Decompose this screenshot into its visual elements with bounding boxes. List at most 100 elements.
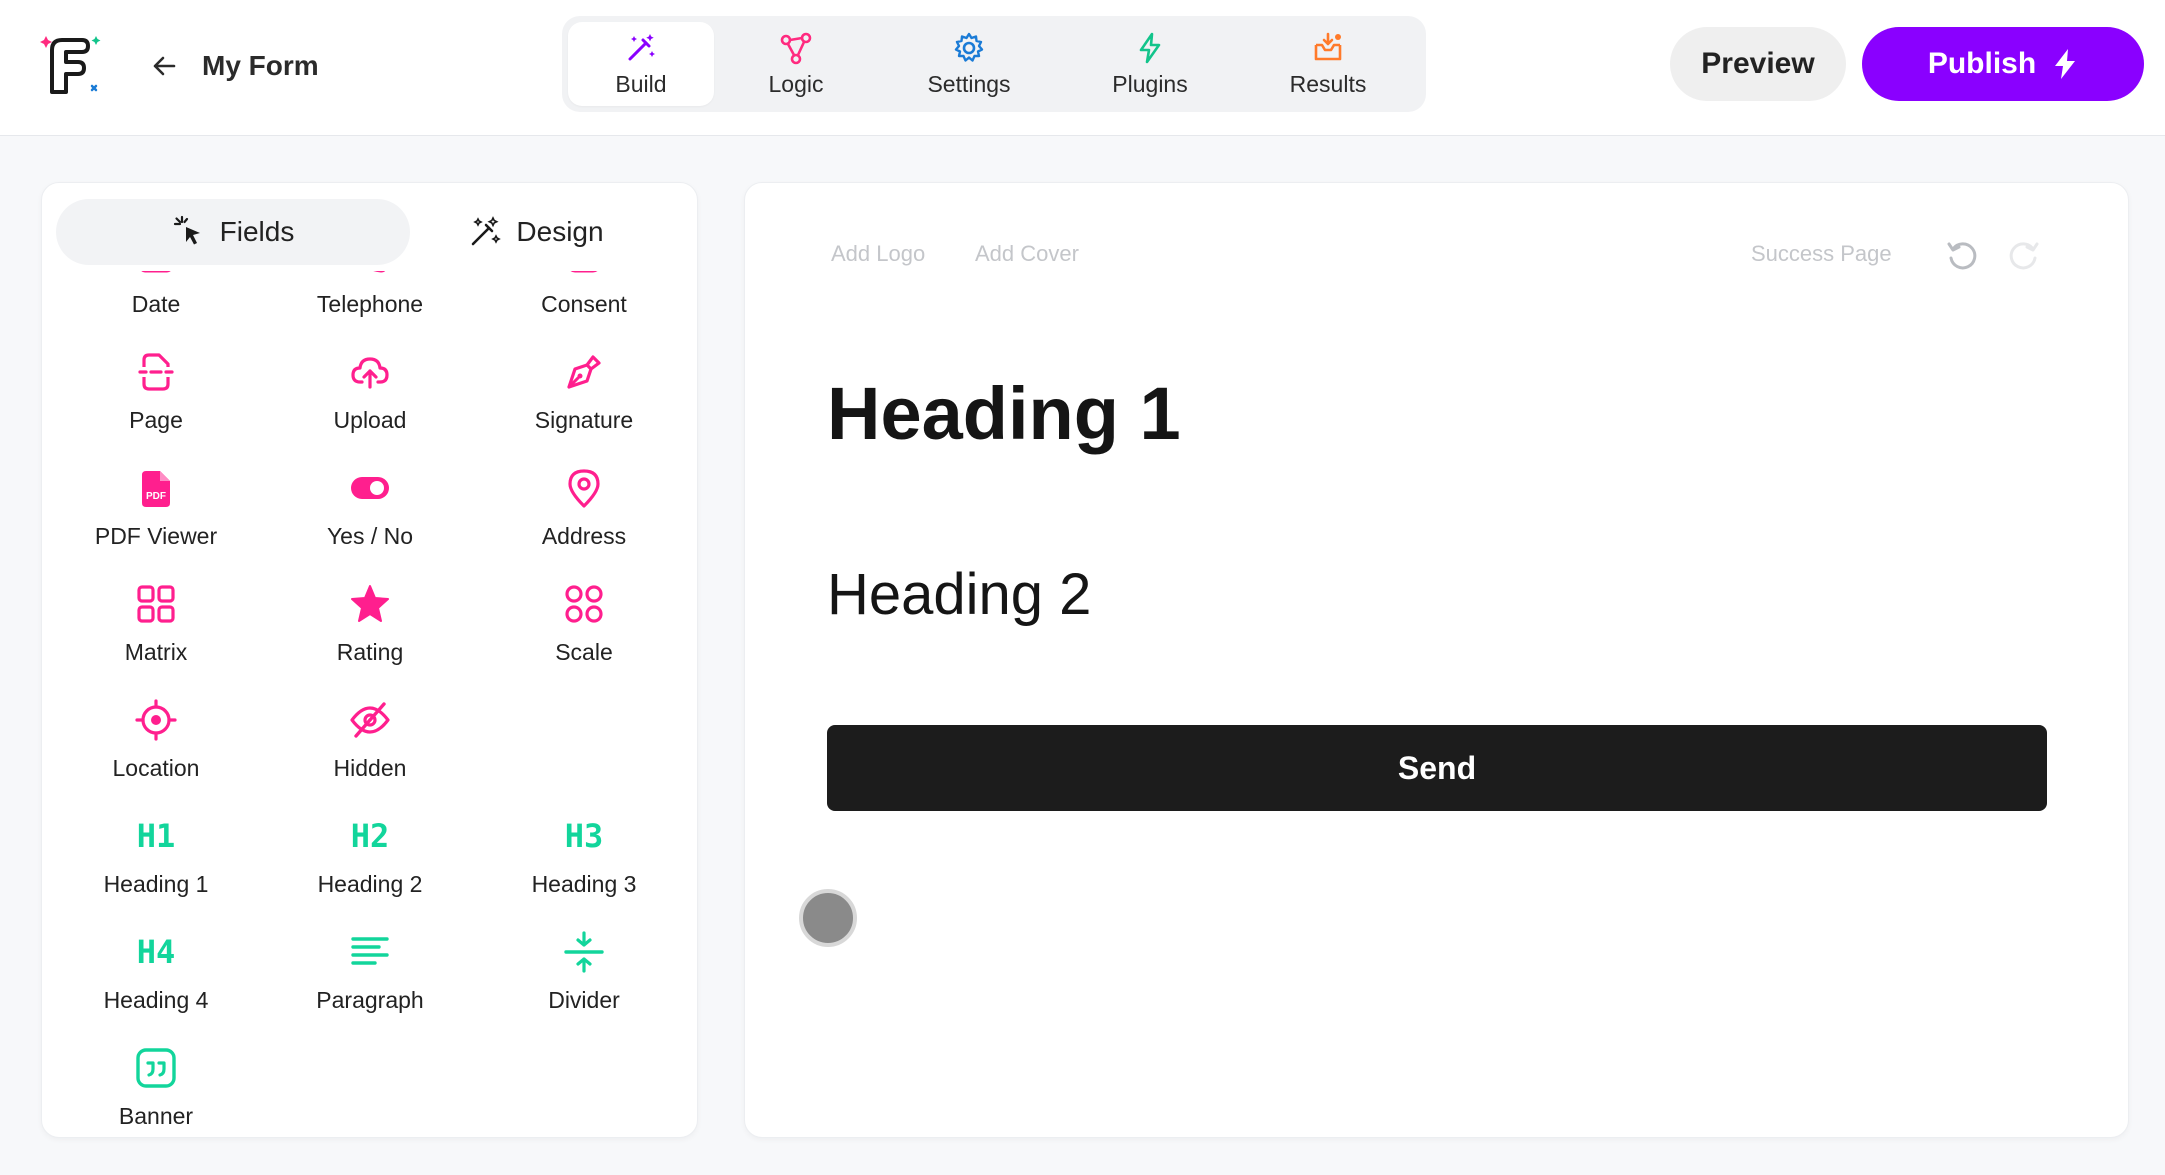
- form-canvas: Add Logo Add Cover Success Page Heading …: [744, 182, 2129, 1138]
- field-label: Paragraph: [316, 987, 424, 1013]
- field-label: Hidden: [333, 755, 407, 781]
- tab-design[interactable]: Design: [386, 199, 686, 265]
- tab-label: Results: [1289, 70, 1367, 97]
- form-heading-2[interactable]: Heading 2: [827, 561, 1091, 628]
- field-label: Heading 1: [103, 871, 209, 897]
- field-banner[interactable]: Banner: [56, 1019, 256, 1129]
- tab-label: Settings: [927, 70, 1011, 97]
- field-pdf-viewer[interactable]: PDF PDF Viewer: [56, 439, 256, 549]
- field-heading-2[interactable]: H2 Heading 2: [270, 787, 470, 897]
- field-matrix[interactable]: Matrix: [56, 555, 256, 665]
- gear-icon: [954, 32, 984, 62]
- field-divider[interactable]: Divider: [484, 903, 684, 1013]
- field-label: Banner: [118, 1103, 194, 1129]
- field-heading-1[interactable]: H1 Heading 1: [56, 787, 256, 897]
- field-label: Address: [541, 523, 627, 549]
- field-heading-3[interactable]: H3 Heading 3: [484, 787, 684, 897]
- field-label: PDF Viewer: [94, 523, 218, 549]
- field-label: Date: [131, 291, 181, 317]
- dots-grid-icon: [565, 585, 603, 623]
- add-block-handle[interactable]: [799, 889, 857, 947]
- back-button[interactable]: [146, 48, 182, 84]
- field-row: Matrix Rating Scale: [42, 555, 697, 665]
- field-row: Page Upload Signature: [42, 323, 697, 433]
- divider-compress-icon: [564, 931, 604, 973]
- field-scale[interactable]: Scale: [484, 555, 684, 665]
- field-label: Heading 2: [317, 871, 423, 897]
- send-button[interactable]: Send: [827, 725, 2047, 811]
- field-row: Location Hidden: [42, 671, 697, 781]
- field-row: H1 Heading 1 H2 Heading 2 H3 Heading 3: [42, 787, 697, 897]
- field-consent[interactable]: Consent: [484, 271, 684, 317]
- tab-logic[interactable]: Logic: [714, 22, 878, 106]
- field-date[interactable]: Date: [56, 271, 256, 317]
- field-label: Divider: [548, 987, 620, 1013]
- publish-button[interactable]: Publish: [1862, 27, 2144, 101]
- field-label: Location: [112, 755, 200, 781]
- magic-wand-icon: [472, 216, 502, 246]
- field-label: Scale: [555, 639, 613, 665]
- tab-build[interactable]: Build: [568, 22, 714, 106]
- panel-tabs: Fields Design: [56, 199, 686, 265]
- toggle-icon: [351, 477, 389, 499]
- field-hidden[interactable]: Hidden: [270, 671, 470, 781]
- map-pin-icon: [568, 469, 600, 508]
- tab-plugins[interactable]: Plugins: [1060, 22, 1240, 106]
- quote-banner-icon: [136, 1048, 176, 1088]
- field-upload[interactable]: Upload: [270, 323, 470, 433]
- field-row: Banner: [42, 1019, 697, 1129]
- top-bar: My Form Build Logic Settings Plugins Res…: [0, 0, 2165, 136]
- tab-label: Build: [615, 70, 667, 97]
- field-label: Telephone: [316, 291, 424, 317]
- tab-design-label: Design: [516, 216, 604, 247]
- undo-icon[interactable]: [1945, 239, 1979, 273]
- paragraph-lines-icon: [351, 937, 389, 965]
- field-telephone[interactable]: Telephone: [270, 271, 470, 317]
- eye-off-icon: [350, 702, 390, 738]
- phone-icon: [373, 271, 385, 273]
- target-icon: [135, 699, 177, 741]
- h2-icon: H2: [350, 817, 390, 855]
- star-icon: [351, 585, 389, 622]
- preview-button[interactable]: Preview: [1670, 27, 1846, 101]
- pen-nib-icon: [567, 355, 601, 389]
- page-break-icon: [138, 353, 174, 391]
- field-label: Heading 3: [531, 871, 637, 897]
- grid-icon: [137, 585, 175, 623]
- fields-panel: Fields Design Date Telephone Consent Pag…: [41, 182, 698, 1138]
- success-page-button[interactable]: Success Page: [1751, 241, 1892, 267]
- add-cover-button[interactable]: Add Cover: [975, 241, 1079, 267]
- add-logo-button[interactable]: Add Logo: [831, 241, 925, 267]
- main-tabs: Build Logic Settings Plugins Results: [562, 16, 1426, 112]
- app-logo-icon[interactable]: [38, 30, 108, 100]
- form-heading-1[interactable]: Heading 1: [827, 371, 1181, 456]
- field-page[interactable]: Page: [56, 323, 256, 433]
- field-label: Consent: [541, 291, 627, 317]
- field-heading-4[interactable]: H4 Heading 4: [56, 903, 256, 1013]
- tab-results[interactable]: Results: [1240, 22, 1416, 106]
- calendar-icon: [141, 271, 171, 273]
- field-row: H4 Heading 4 Paragraph Divider: [42, 903, 697, 1013]
- fields-scroll-area[interactable]: Date Telephone Consent Page Upload Signa…: [42, 271, 697, 1137]
- redo-icon[interactable]: [2007, 239, 2041, 273]
- field-yes-no[interactable]: Yes / No: [270, 439, 470, 549]
- field-signature[interactable]: Signature: [484, 323, 684, 433]
- cursor-click-icon: [173, 215, 200, 245]
- pdf-file-icon: PDF: [142, 471, 170, 507]
- field-paragraph[interactable]: Paragraph: [270, 903, 470, 1013]
- inbox-icon: [1314, 32, 1342, 60]
- field-label: Heading 4: [103, 987, 209, 1013]
- cloud-upload-icon: [351, 357, 389, 389]
- logic-nodes-icon: [780, 32, 812, 64]
- field-address[interactable]: Address: [484, 439, 684, 549]
- field-row: Date Telephone Consent: [42, 271, 697, 317]
- field-rating[interactable]: Rating: [270, 555, 470, 665]
- field-label: Matrix: [124, 639, 188, 665]
- field-label: Signature: [534, 407, 634, 433]
- tab-fields-label: Fields: [219, 216, 295, 247]
- form-title[interactable]: My Form: [202, 48, 319, 84]
- field-location[interactable]: Location: [56, 671, 256, 781]
- tab-settings[interactable]: Settings: [878, 22, 1060, 106]
- field-label: Page: [129, 407, 183, 433]
- tab-fields[interactable]: Fields: [56, 199, 410, 265]
